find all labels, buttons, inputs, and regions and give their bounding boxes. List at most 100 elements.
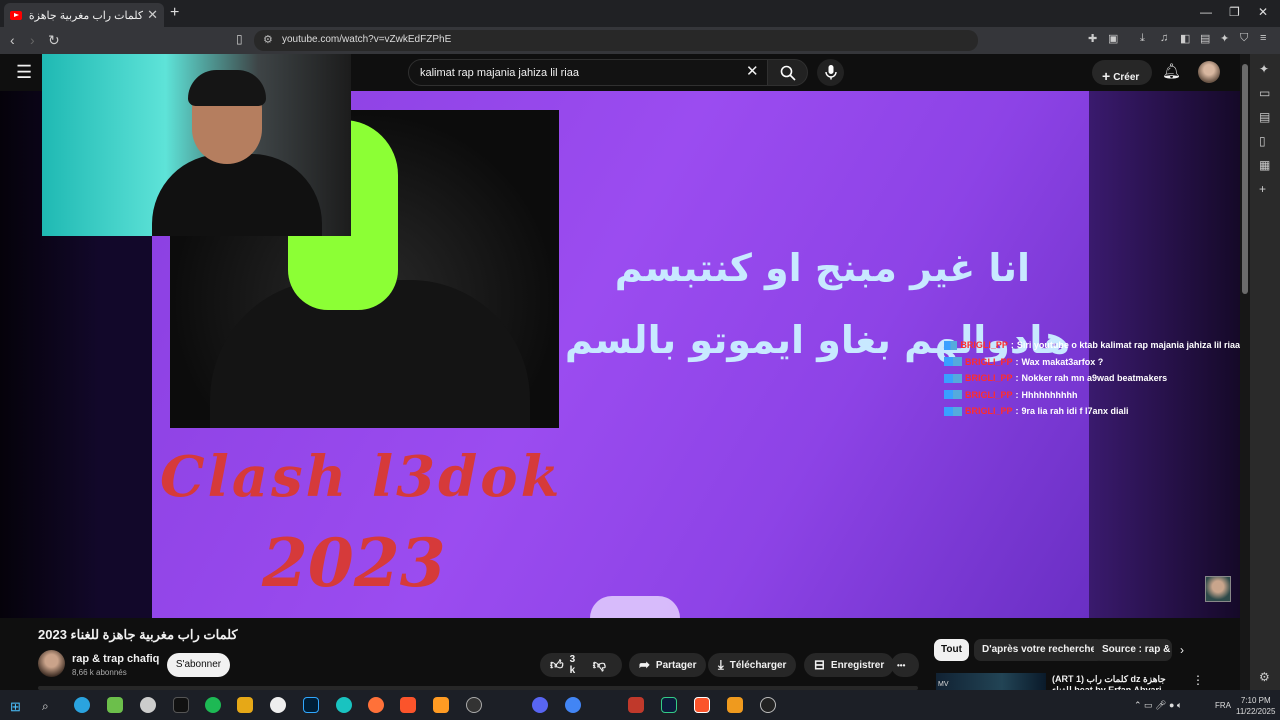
chat-line: BRIGLI_PP: Hhhhhhhhhh xyxy=(944,387,1240,404)
close-window-icon[interactable]: ✕ xyxy=(1258,5,1268,19)
brave-active-icon[interactable] xyxy=(694,697,710,713)
address-bar[interactable]: ⚙ youtube.com/watch?v=vZwkEdFZPhE xyxy=(254,30,978,51)
chrome-icon[interactable] xyxy=(565,697,581,713)
leo-ai-icon[interactable]: ✦ xyxy=(1220,32,1229,45)
bell-icon[interactable]: 🔔︎ xyxy=(1162,62,1181,80)
browser-menu-icon[interactable]: ≡ xyxy=(1260,32,1266,44)
add-panel-icon[interactable]: + xyxy=(1259,182,1266,196)
app-icon-circle[interactable] xyxy=(270,697,286,713)
like-count[interactable]: 3 k xyxy=(570,654,579,676)
language-indicator[interactable]: FRA xyxy=(1215,701,1231,710)
chat-line: BRIGLI_PP: Nokker rah mn a9wad beatmakers xyxy=(944,370,1240,387)
download-button[interactable]: ⤓ Télécharger xyxy=(708,653,797,677)
browser-side-panel: ✦ ▭ ▤ ▯ ▦ + ⚙ xyxy=(1250,54,1280,690)
search-button[interactable] xyxy=(767,59,808,86)
back-arrow-icon[interactable]: ‹ xyxy=(10,32,15,48)
wallet-panel-icon[interactable]: ▤ xyxy=(1259,110,1270,124)
system-tray-icons[interactable]: ⌃ ▭ 🎤︎ ● 🔈︎ xyxy=(1134,700,1182,711)
bookmarks-panel-icon[interactable]: ▯ xyxy=(1259,134,1266,148)
search-input[interactable]: kalimat rap majania jahiza lil riaa xyxy=(408,59,768,86)
app-icon-orange[interactable] xyxy=(433,697,449,713)
save-label: Enregistrer xyxy=(830,659,885,671)
download-label: Télécharger xyxy=(729,659,787,671)
youtube-favicon-icon xyxy=(10,10,22,20)
chat-username: BRIGLI_PP xyxy=(965,389,1013,400)
chip-all[interactable]: Tout xyxy=(934,639,969,661)
clock[interactable]: 7:10 PM 11/22/2025 xyxy=(1236,695,1275,717)
settings-panel-icon[interactable]: ⚙ xyxy=(1259,670,1270,684)
video-lyric-line-1: انا غير مبنج او كنتبسم xyxy=(614,246,1030,290)
hamburger-menu-icon[interactable]: ☰ xyxy=(16,62,32,83)
share-button[interactable]: ➦ Partager xyxy=(629,653,707,677)
fl-studio-icon[interactable] xyxy=(727,697,743,713)
clear-search-icon[interactable]: ✕ xyxy=(746,62,759,80)
app-icon-white[interactable] xyxy=(140,697,156,713)
reload-icon[interactable]: ↻ xyxy=(48,32,60,49)
tab-close-icon[interactable]: ✕ xyxy=(147,7,158,23)
account-avatar[interactable] xyxy=(1198,61,1220,83)
create-button[interactable]: + Créer xyxy=(1092,60,1152,85)
chat-username: BRIGLI_PP xyxy=(965,406,1013,417)
app-icon-teal[interactable] xyxy=(336,697,352,713)
save-button[interactable]: ⊟ Enregistrer xyxy=(804,653,895,677)
media-icon[interactable]: ♫ xyxy=(1160,32,1168,44)
app-icon-green[interactable] xyxy=(107,697,123,713)
subscribe-button[interactable]: S'abonner xyxy=(167,653,230,677)
share-label: Partager xyxy=(655,659,697,671)
search-icon xyxy=(780,65,796,81)
obs-active-icon[interactable] xyxy=(760,697,776,713)
photoshop-icon[interactable] xyxy=(303,697,319,713)
history-panel-icon[interactable]: ▦ xyxy=(1259,158,1270,172)
app-icon-yellow[interactable] xyxy=(237,697,253,713)
thumbs-up-icon[interactable]: 👍︎ xyxy=(550,657,564,673)
chip-source[interactable]: Source : rap & trap chafiq xyxy=(1094,639,1172,661)
brave-icon[interactable] xyxy=(400,697,416,713)
voice-search-button[interactable] xyxy=(817,59,844,86)
chat-badge-icon xyxy=(944,390,962,400)
stream-chat-overlay: BRIGLI_PP: Siri youtube o ktab kalimat ra… xyxy=(944,337,1240,420)
new-tab-button[interactable]: + xyxy=(170,4,179,22)
chevron-right-icon[interactable]: › xyxy=(1180,643,1184,657)
discord-icon[interactable] xyxy=(532,697,548,713)
more-actions-button[interactable]: ••• xyxy=(891,653,919,677)
minimize-icon[interactable]: — xyxy=(1200,5,1212,19)
streamer-hoodie xyxy=(152,154,322,236)
extensions-icon[interactable]: ✚ xyxy=(1088,32,1097,45)
page-scrollbar[interactable] xyxy=(1240,54,1250,690)
chat-message: Siri youtube o ktab kalimat rap majania … xyxy=(1016,340,1240,351)
browser-tab[interactable]: كلمات راب مغربية جاهزة للغناء 2023 ✕ xyxy=(4,3,164,27)
wallet-icon[interactable]: ▤ xyxy=(1200,32,1210,45)
reading-list-icon[interactable]: ▭ xyxy=(1259,86,1270,100)
windows-start-icon[interactable]: ⊞ xyxy=(10,699,21,715)
channel-name[interactable]: rap & trap chafiq xyxy=(72,653,159,665)
chip-from-search[interactable]: D'après votre recherche xyxy=(974,639,1105,661)
stream-mini-avatar xyxy=(1205,576,1231,602)
spotify-icon[interactable] xyxy=(205,697,221,713)
picture-in-picture-icon[interactable]: ▣ xyxy=(1108,32,1118,45)
thumbs-down-icon[interactable]: 👎︎ xyxy=(593,657,606,673)
firefox-icon[interactable] xyxy=(368,697,384,713)
bookmark-icon[interactable]: ▯ xyxy=(236,32,243,46)
terminal-icon[interactable] xyxy=(173,697,189,713)
forward-arrow-icon[interactable]: › xyxy=(30,32,35,48)
scrollbar-thumb[interactable] xyxy=(1242,64,1248,294)
url-text: youtube.com/watch?v=vZwkEdFZPhE xyxy=(282,34,452,45)
channel-avatar[interactable] xyxy=(38,650,65,677)
app-icon-red[interactable] xyxy=(628,697,644,713)
site-info-icon[interactable]: ⚙ xyxy=(263,33,273,46)
leo-icon[interactable]: ✦ xyxy=(1259,62,1269,76)
restore-icon[interactable]: ❐ xyxy=(1229,5,1240,19)
taskbar-search-icon[interactable]: ⌕ xyxy=(42,699,49,714)
chat-line: BRIGLI_PP:9ra lia rah idi f l7anx diali xyxy=(944,403,1240,420)
more-vertical-icon[interactable]: ⋮ xyxy=(1192,673,1204,687)
recommendation-title[interactable]: (ART 1) كلمات راب dz جاهزة للغناء beat b… xyxy=(1052,674,1172,690)
downloads-icon[interactable]: ⤓ xyxy=(1140,32,1145,45)
telegram-icon[interactable] xyxy=(74,697,90,713)
vscode-icon[interactable] xyxy=(661,697,677,713)
webcam-overlay xyxy=(42,54,351,236)
recommendation-thumbnail[interactable]: MV xyxy=(936,673,1046,690)
chat-badge-icon xyxy=(944,340,958,350)
vpn-icon[interactable]: ⛉ xyxy=(1240,32,1248,45)
obs-icon[interactable] xyxy=(466,697,482,713)
sidebar-toggle-icon[interactable]: ◧ xyxy=(1180,32,1190,45)
